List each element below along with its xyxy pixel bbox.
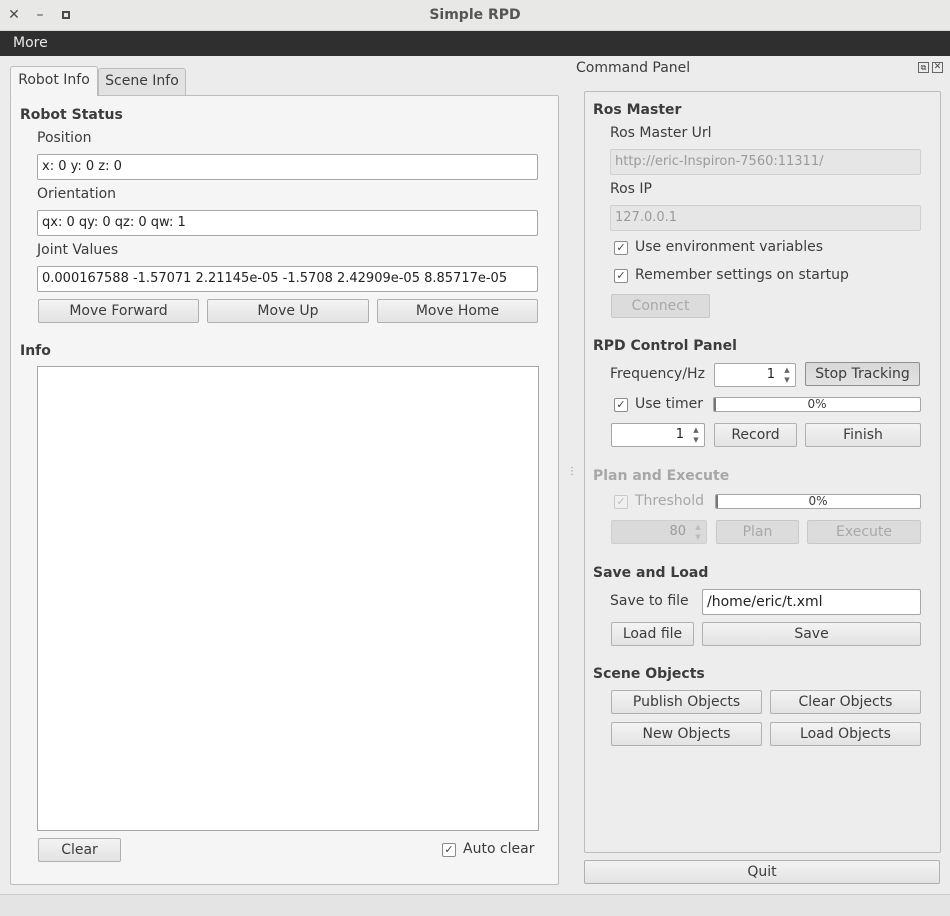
use-env-checkbox[interactable]: ✓	[614, 241, 628, 255]
spin-down-icon[interactable]: ▼	[690, 435, 702, 445]
save-load-heading: Save and Load	[593, 565, 709, 581]
orientation-field[interactable]: qx: 0 qy: 0 qz: 0 qw: 1	[37, 210, 538, 236]
save-button[interactable]: Save	[702, 622, 921, 646]
clear-objects-button[interactable]: Clear Objects	[770, 690, 921, 714]
move-up-button[interactable]: Move Up	[207, 299, 369, 323]
menu-bar: More	[0, 31, 950, 56]
save-to-file-label: Save to file	[610, 593, 689, 609]
threshold-label: Threshold	[635, 493, 704, 509]
timer-progress-text: 0%	[807, 397, 827, 411]
close-dock-icon[interactable]: ✕	[932, 62, 943, 73]
frequency-spinbox[interactable]: 1 ▲ ▼	[714, 363, 796, 387]
threshold-spinbox[interactable]: 80 ▲ ▼	[611, 520, 707, 544]
file-path-field[interactable]: /home/eric/t.xml	[702, 589, 921, 615]
frequency-label: Frequency/Hz	[610, 366, 705, 382]
status-bar	[0, 894, 950, 916]
menu-more[interactable]: More	[13, 35, 48, 51]
position-label: Position	[37, 130, 92, 146]
remember-settings-label: Remember settings on startup	[635, 267, 849, 283]
position-field[interactable]: x: 0 y: 0 z: 0	[37, 154, 538, 180]
use-timer-checkbox[interactable]: ✓	[614, 398, 628, 412]
remember-settings-checkbox[interactable]: ✓	[614, 269, 628, 283]
info-heading: Info	[20, 343, 51, 359]
ros-master-url-field[interactable]: http://eric-Inspiron-7560:11311/	[610, 149, 921, 175]
ros-ip-field[interactable]: 127.0.0.1	[610, 205, 921, 231]
ros-ip-label: Ros IP	[610, 181, 652, 197]
window-title: Simple RPD	[429, 7, 521, 23]
quit-button[interactable]: Quit	[584, 860, 940, 884]
robot-status-heading: Robot Status	[20, 107, 123, 123]
plan-button[interactable]: Plan	[716, 520, 799, 544]
auto-clear-checkbox[interactable]: ✓	[442, 843, 456, 857]
use-env-label: Use environment variables	[635, 239, 823, 255]
joint-values-field[interactable]: 0.000167588 -1.57071 2.21145e-05 -1.5708…	[37, 266, 538, 292]
spin-up-icon[interactable]: ▲	[690, 425, 702, 435]
clear-log-button[interactable]: Clear	[38, 838, 121, 862]
timer-progress-bar: 0%	[713, 397, 921, 412]
command-panel-title: Command Panel	[576, 60, 691, 76]
load-objects-button[interactable]: Load Objects	[770, 722, 921, 746]
stop-tracking-button[interactable]: Stop Tracking	[805, 362, 920, 386]
finish-button[interactable]: Finish	[805, 423, 921, 447]
counter-value: 1	[675, 427, 684, 442]
tab-robot-info[interactable]: Robot Info	[10, 66, 98, 96]
threshold-checkbox[interactable]: ✓	[614, 495, 628, 509]
use-timer-label: Use timer	[635, 396, 703, 412]
rpd-control-heading: RPD Control Panel	[593, 338, 737, 354]
spin-down-icon[interactable]: ▼	[692, 532, 704, 542]
threshold-progress-fill	[716, 495, 719, 508]
load-file-button[interactable]: Load file	[611, 622, 694, 646]
counter-spinbox[interactable]: 1 ▲ ▼	[611, 423, 705, 447]
execute-button[interactable]: Execute	[807, 520, 921, 544]
ros-master-url-label: Ros Master Url	[610, 125, 712, 141]
orientation-label: Orientation	[37, 186, 117, 202]
publish-objects-button[interactable]: Publish Objects	[611, 690, 762, 714]
joint-values-label: Joint Values	[37, 242, 119, 258]
spin-up-icon[interactable]: ▲	[692, 522, 704, 532]
spin-up-icon[interactable]: ▲	[781, 365, 793, 375]
info-log-area[interactable]	[37, 366, 539, 831]
title-bar: ✕ – Simple RPD	[0, 0, 950, 31]
timer-progress-fill	[714, 398, 717, 411]
spin-down-icon[interactable]: ▼	[781, 375, 793, 385]
plan-execute-heading: Plan and Execute	[593, 468, 730, 484]
ros-master-heading: Ros Master	[593, 102, 682, 118]
connect-button[interactable]: Connect	[611, 294, 710, 318]
scene-objects-heading: Scene Objects	[593, 666, 705, 682]
threshold-progress-bar: 0%	[715, 494, 921, 509]
record-button[interactable]: Record	[714, 423, 797, 447]
move-home-button[interactable]: Move Home	[377, 299, 538, 323]
threshold-value: 80	[669, 524, 686, 539]
float-dock-icon[interactable]: ⧉	[918, 62, 929, 73]
new-objects-button[interactable]: New Objects	[611, 722, 762, 746]
auto-clear-label: Auto clear	[463, 841, 535, 857]
threshold-progress-text: 0%	[808, 494, 828, 508]
move-forward-button[interactable]: Move Forward	[38, 299, 199, 323]
frequency-value: 1	[766, 367, 775, 382]
splitter-handle[interactable]: ⋮	[567, 467, 577, 477]
tab-scene-info[interactable]: Scene Info	[98, 68, 186, 95]
